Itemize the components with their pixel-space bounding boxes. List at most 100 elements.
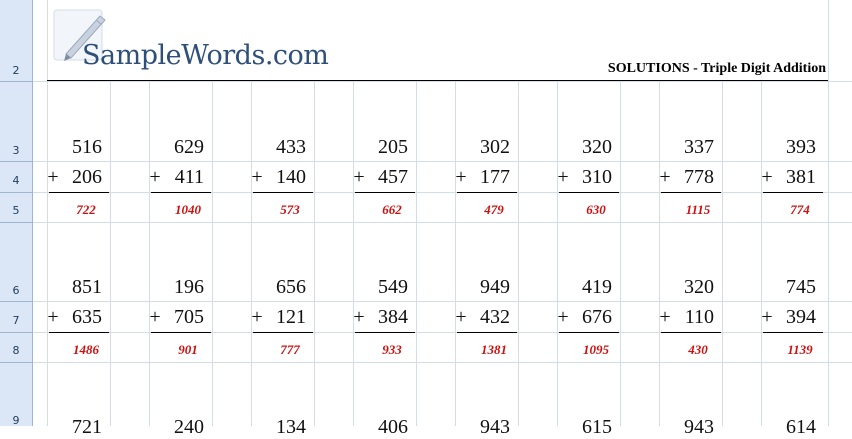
answer: 777 (280, 342, 300, 357)
sum-line (457, 332, 517, 333)
row-header-line (0, 192, 32, 193)
row-header-line (0, 161, 32, 162)
answer: 1139 (787, 342, 813, 357)
grid-column-line (761, 82, 762, 426)
sum-line (253, 192, 313, 193)
grid-column-line (110, 82, 111, 426)
addend-bottom: 140 (276, 166, 306, 188)
addend-top: 851 (72, 276, 102, 298)
addend-bottom: 705 (174, 306, 204, 328)
addend-bottom: 676 (582, 306, 612, 328)
answer: 630 (586, 202, 606, 217)
answer: 1095 (583, 342, 609, 357)
addend-bottom: 121 (276, 306, 306, 328)
addend-top: 419 (582, 276, 612, 298)
addend-top: 949 (480, 276, 510, 298)
plus-sign: + (47, 306, 59, 328)
addend-top: 302 (480, 136, 510, 158)
addend-top: 134 (276, 416, 306, 438)
answer: 901 (178, 342, 198, 357)
sum-line (49, 332, 109, 333)
grid-column-line (518, 82, 519, 426)
row-number[interactable]: 7 (0, 314, 32, 327)
grid-line (33, 222, 852, 223)
addend-bottom: 310 (582, 166, 612, 188)
grid-column-line (47, 0, 48, 426)
addend-bottom: 110 (684, 306, 714, 328)
answer: 1115 (685, 202, 711, 217)
row-header-line (0, 332, 32, 333)
grid-column-line (314, 82, 315, 426)
addend-top: 320 (684, 276, 714, 298)
grid-column-line (828, 0, 829, 426)
grid-column-line (251, 82, 252, 426)
row-number[interactable]: 9 (0, 414, 32, 427)
plus-sign: + (251, 306, 263, 328)
answer: 1486 (73, 342, 99, 357)
sum-line (763, 332, 823, 333)
grid-column-line (722, 82, 723, 426)
addend-bottom: 384 (378, 306, 408, 328)
sum-line (559, 332, 619, 333)
grid-column-line (416, 82, 417, 426)
row-number[interactable]: 2 (0, 64, 32, 77)
addend-top: 393 (786, 136, 816, 158)
sum-line (763, 192, 823, 193)
grid-column-line (620, 82, 621, 426)
addend-bottom: 432 (480, 306, 510, 328)
addend-top: 745 (786, 276, 816, 298)
sum-line (661, 332, 721, 333)
sum-line (151, 332, 211, 333)
addend-bottom: 394 (786, 306, 816, 328)
row-number[interactable]: 6 (0, 284, 32, 297)
addend-top: 656 (276, 276, 306, 298)
addend-top: 614 (786, 416, 816, 438)
plus-sign: + (455, 166, 467, 188)
answer: 479 (484, 202, 504, 217)
row-header-line (0, 222, 32, 223)
plus-sign: + (455, 306, 467, 328)
answer: 1040 (175, 202, 201, 217)
answer: 430 (688, 342, 708, 357)
plus-sign: + (353, 166, 365, 188)
sum-line (355, 332, 415, 333)
row-header-line (0, 301, 32, 302)
plus-sign: + (557, 306, 569, 328)
plus-sign: + (47, 166, 59, 188)
grid-column-line (353, 82, 354, 426)
grid-line (33, 81, 852, 82)
plus-sign: + (761, 166, 773, 188)
addend-bottom: 778 (684, 166, 714, 188)
plus-sign: + (353, 306, 365, 328)
addend-top: 433 (276, 136, 306, 158)
addend-top: 205 (378, 136, 408, 158)
addend-top: 629 (174, 136, 204, 158)
worksheet-title: SOLUTIONS - Triple Digit Addition (607, 61, 826, 76)
addend-top: 943 (684, 416, 714, 438)
answer: 774 (790, 202, 810, 217)
sum-line (49, 192, 109, 193)
answer: 933 (382, 342, 402, 357)
row-number[interactable]: 8 (0, 344, 32, 357)
plus-sign: + (149, 306, 161, 328)
addend-top: 196 (174, 276, 204, 298)
addend-bottom: 457 (378, 166, 408, 188)
plus-sign: + (659, 306, 671, 328)
row-header-line (0, 362, 32, 363)
row-number[interactable]: 5 (0, 204, 32, 217)
grid-line (33, 161, 852, 162)
addend-top: 337 (684, 136, 714, 158)
grid-column-line (455, 82, 456, 426)
addend-bottom: 206 (72, 166, 102, 188)
answer: 722 (76, 202, 96, 217)
grid-column-line (212, 82, 213, 426)
row-number[interactable]: 3 (0, 144, 32, 157)
sum-line (253, 332, 313, 333)
row-number[interactable]: 4 (0, 174, 32, 187)
addend-top: 406 (378, 416, 408, 438)
plus-sign: + (149, 166, 161, 188)
addend-bottom: 635 (72, 306, 102, 328)
addend-bottom: 177 (480, 166, 510, 188)
addend-top: 721 (72, 416, 102, 438)
plus-sign: + (659, 166, 671, 188)
